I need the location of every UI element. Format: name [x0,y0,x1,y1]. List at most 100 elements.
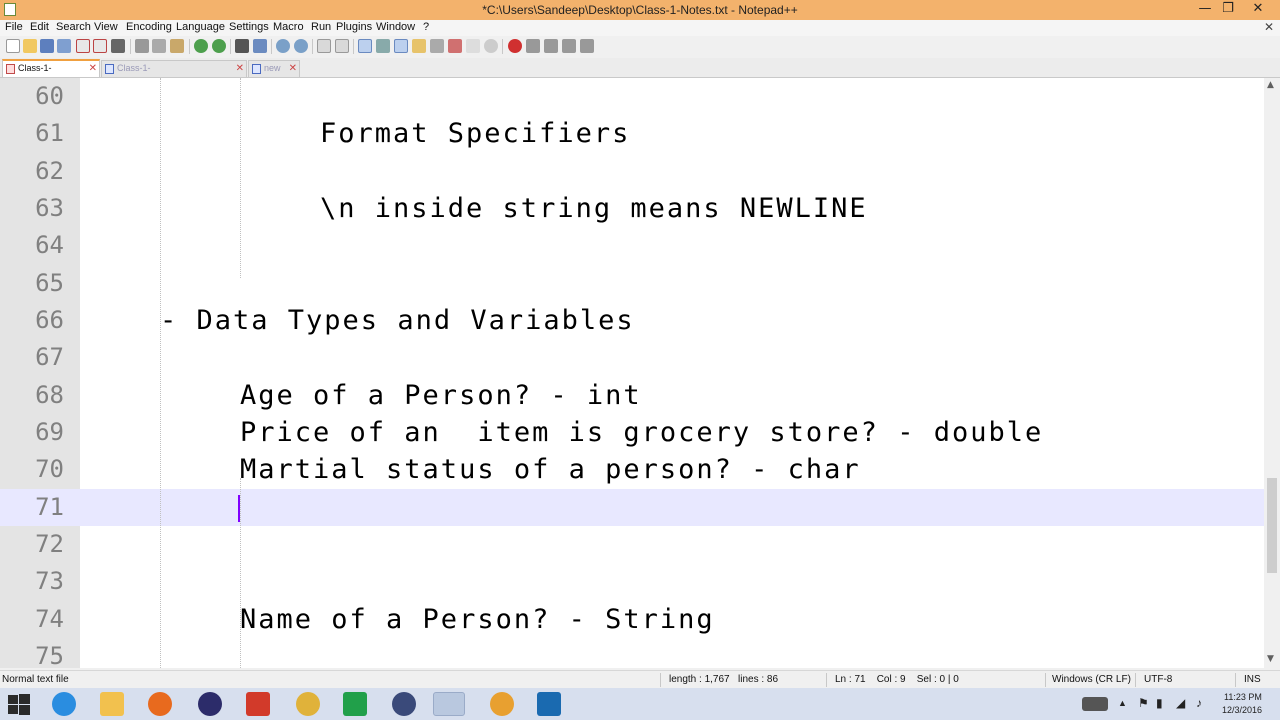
chrome-icon[interactable] [296,692,320,716]
windows-start-icon[interactable] [8,694,30,716]
print-icon[interactable] [111,39,125,53]
record-macro-icon[interactable] [508,39,522,53]
editor-line[interactable]: 64 [0,227,1264,264]
editor-line[interactable]: 70 Martial status of a person? - char [0,451,1264,488]
editor-line[interactable]: 73 [0,563,1264,600]
virtualbox-icon[interactable] [537,692,561,716]
line-text[interactable]: Price of an item is grocery store? - dou… [240,417,1043,448]
encoding-label[interactable]: UTF-8 [1144,674,1172,685]
menu-window[interactable]: Window [376,21,415,33]
editor-line[interactable]: 72 [0,526,1264,563]
notepadpp-taskbar-icon[interactable] [433,692,465,716]
line-text[interactable]: Age of a Person? - int [240,380,642,411]
editor-line[interactable]: 63 \n inside string means NEWLINE [0,190,1264,227]
title-bar[interactable]: *C:\Users\Sandeep\Desktop\Class-1-Notes.… [0,0,1280,20]
menu-search[interactable]: Search [56,21,91,33]
close-document-icon[interactable]: ✕ [1264,20,1274,34]
tab-new-1[interactable]: new 1 ✕ [248,60,300,88]
editor-line[interactable]: 69 Price of an item is grocery store? - d… [0,414,1264,451]
paste-icon[interactable] [170,39,184,53]
clock-date[interactable]: 12/3/2016 [1222,705,1262,715]
menu-view[interactable]: View [94,21,118,33]
line-text[interactable]: Format Specifiers [320,118,630,149]
editor-line[interactable]: 68 Age of a Person? - int [0,377,1264,414]
store-icon[interactable] [343,692,367,716]
line-text[interactable]: - Data Types and Variables [160,305,635,336]
line-text[interactable]: Martial status of a person? - char [240,454,861,485]
keyboard-icon[interactable] [1082,697,1108,711]
network-icon[interactable]: ◢ [1176,696,1185,710]
function-list-icon[interactable] [448,39,462,53]
monitoring-icon[interactable] [484,39,498,53]
line-text[interactable]: \n inside string means NEWLINE [320,193,868,224]
close-all-icon[interactable] [93,39,107,53]
line-ending-format[interactable]: Windows (CR LF) [1052,674,1131,685]
editor-line[interactable]: 61 Format Specifiers [0,115,1264,152]
sync-vertical-icon[interactable] [317,39,331,53]
menu-encoding[interactable]: Encoding [126,21,172,33]
close-file-icon[interactable] [76,39,90,53]
menu-language[interactable]: Language [176,21,225,33]
editor-line[interactable]: 65 [0,265,1264,302]
language-udl-icon[interactable] [412,39,426,53]
undo-icon[interactable] [194,39,208,53]
app-icon[interactable] [392,692,416,716]
editor-line[interactable]: 71 [0,488,1264,526]
firefox-icon[interactable] [148,692,172,716]
indent-guide-icon[interactable] [394,39,408,53]
save-all-icon[interactable] [57,39,71,53]
menu-help[interactable]: ? [423,21,429,33]
office-app-icon[interactable] [246,692,270,716]
editor-line[interactable]: 62 [0,153,1264,190]
menu-settings[interactable]: Settings [229,21,269,33]
find-icon[interactable] [235,39,249,53]
redo-icon[interactable] [212,39,226,53]
close-button[interactable]: ✕ [1243,0,1273,20]
action-center-icon[interactable]: ⚑ [1138,696,1149,710]
new-file-icon[interactable] [6,39,20,53]
folder-workspace-icon[interactable] [466,39,480,53]
internet-explorer-icon[interactable] [52,692,76,716]
show-hidden-icons[interactable]: ▲ [1118,698,1127,708]
tab-class-1-notes[interactable]: Class-1-Notes.txt ✕ [2,59,100,88]
tab-class-1-practiceproblems[interactable]: Class-1-PracticeProblems.txt ✕ [101,60,247,88]
replace-icon[interactable] [253,39,267,53]
run-macro-multiple-icon[interactable] [562,39,576,53]
editor-line[interactable]: 66 - Data Types and Variables [0,302,1264,339]
editor-line[interactable]: 67 [0,339,1264,376]
clock-time[interactable]: 11:23 PM [1224,692,1262,702]
scroll-up-arrow-icon[interactable]: ▲ [1267,80,1274,90]
maximize-button[interactable]: ❐ [1213,0,1243,20]
zoom-out-icon[interactable] [294,39,308,53]
document-map-icon[interactable] [430,39,444,53]
editor-line[interactable]: 60 [0,78,1264,115]
menu-plugins[interactable]: Plugins [336,21,372,33]
word-wrap-icon[interactable] [358,39,372,53]
menu-edit[interactable]: Edit [30,21,49,33]
tab-close-icon[interactable]: ✕ [289,61,297,76]
volume-icon[interactable]: ♪ [1196,696,1202,710]
stop-macro-icon[interactable] [526,39,540,53]
eclipse-icon[interactable] [198,692,222,716]
insert-mode-label[interactable]: INS [1244,674,1261,685]
settings-app-icon[interactable] [490,692,514,716]
editor-line[interactable]: 75 [0,638,1264,668]
open-file-icon[interactable] [23,39,37,53]
cut-icon[interactable] [135,39,149,53]
play-macro-icon[interactable] [544,39,558,53]
sync-horizontal-icon[interactable] [335,39,349,53]
menu-file[interactable]: File [5,21,23,33]
tab-close-icon[interactable]: ✕ [236,61,244,76]
scroll-down-arrow-icon[interactable]: ▼ [1267,654,1274,664]
line-text[interactable]: Name of a Person? - String [240,604,715,635]
vertical-scrollbar[interactable]: ▲ ▼ [1264,78,1280,668]
battery-icon[interactable]: ▮ [1156,696,1163,710]
show-all-characters-icon[interactable] [376,39,390,53]
tab-close-icon[interactable]: ✕ [89,61,97,76]
menu-run[interactable]: Run [311,21,331,33]
scrollbar-thumb[interactable] [1267,478,1277,573]
copy-icon[interactable] [152,39,166,53]
zoom-in-icon[interactable] [276,39,290,53]
editor-line[interactable]: 74 Name of a Person? - String [0,601,1264,638]
save-macro-icon[interactable] [580,39,594,53]
